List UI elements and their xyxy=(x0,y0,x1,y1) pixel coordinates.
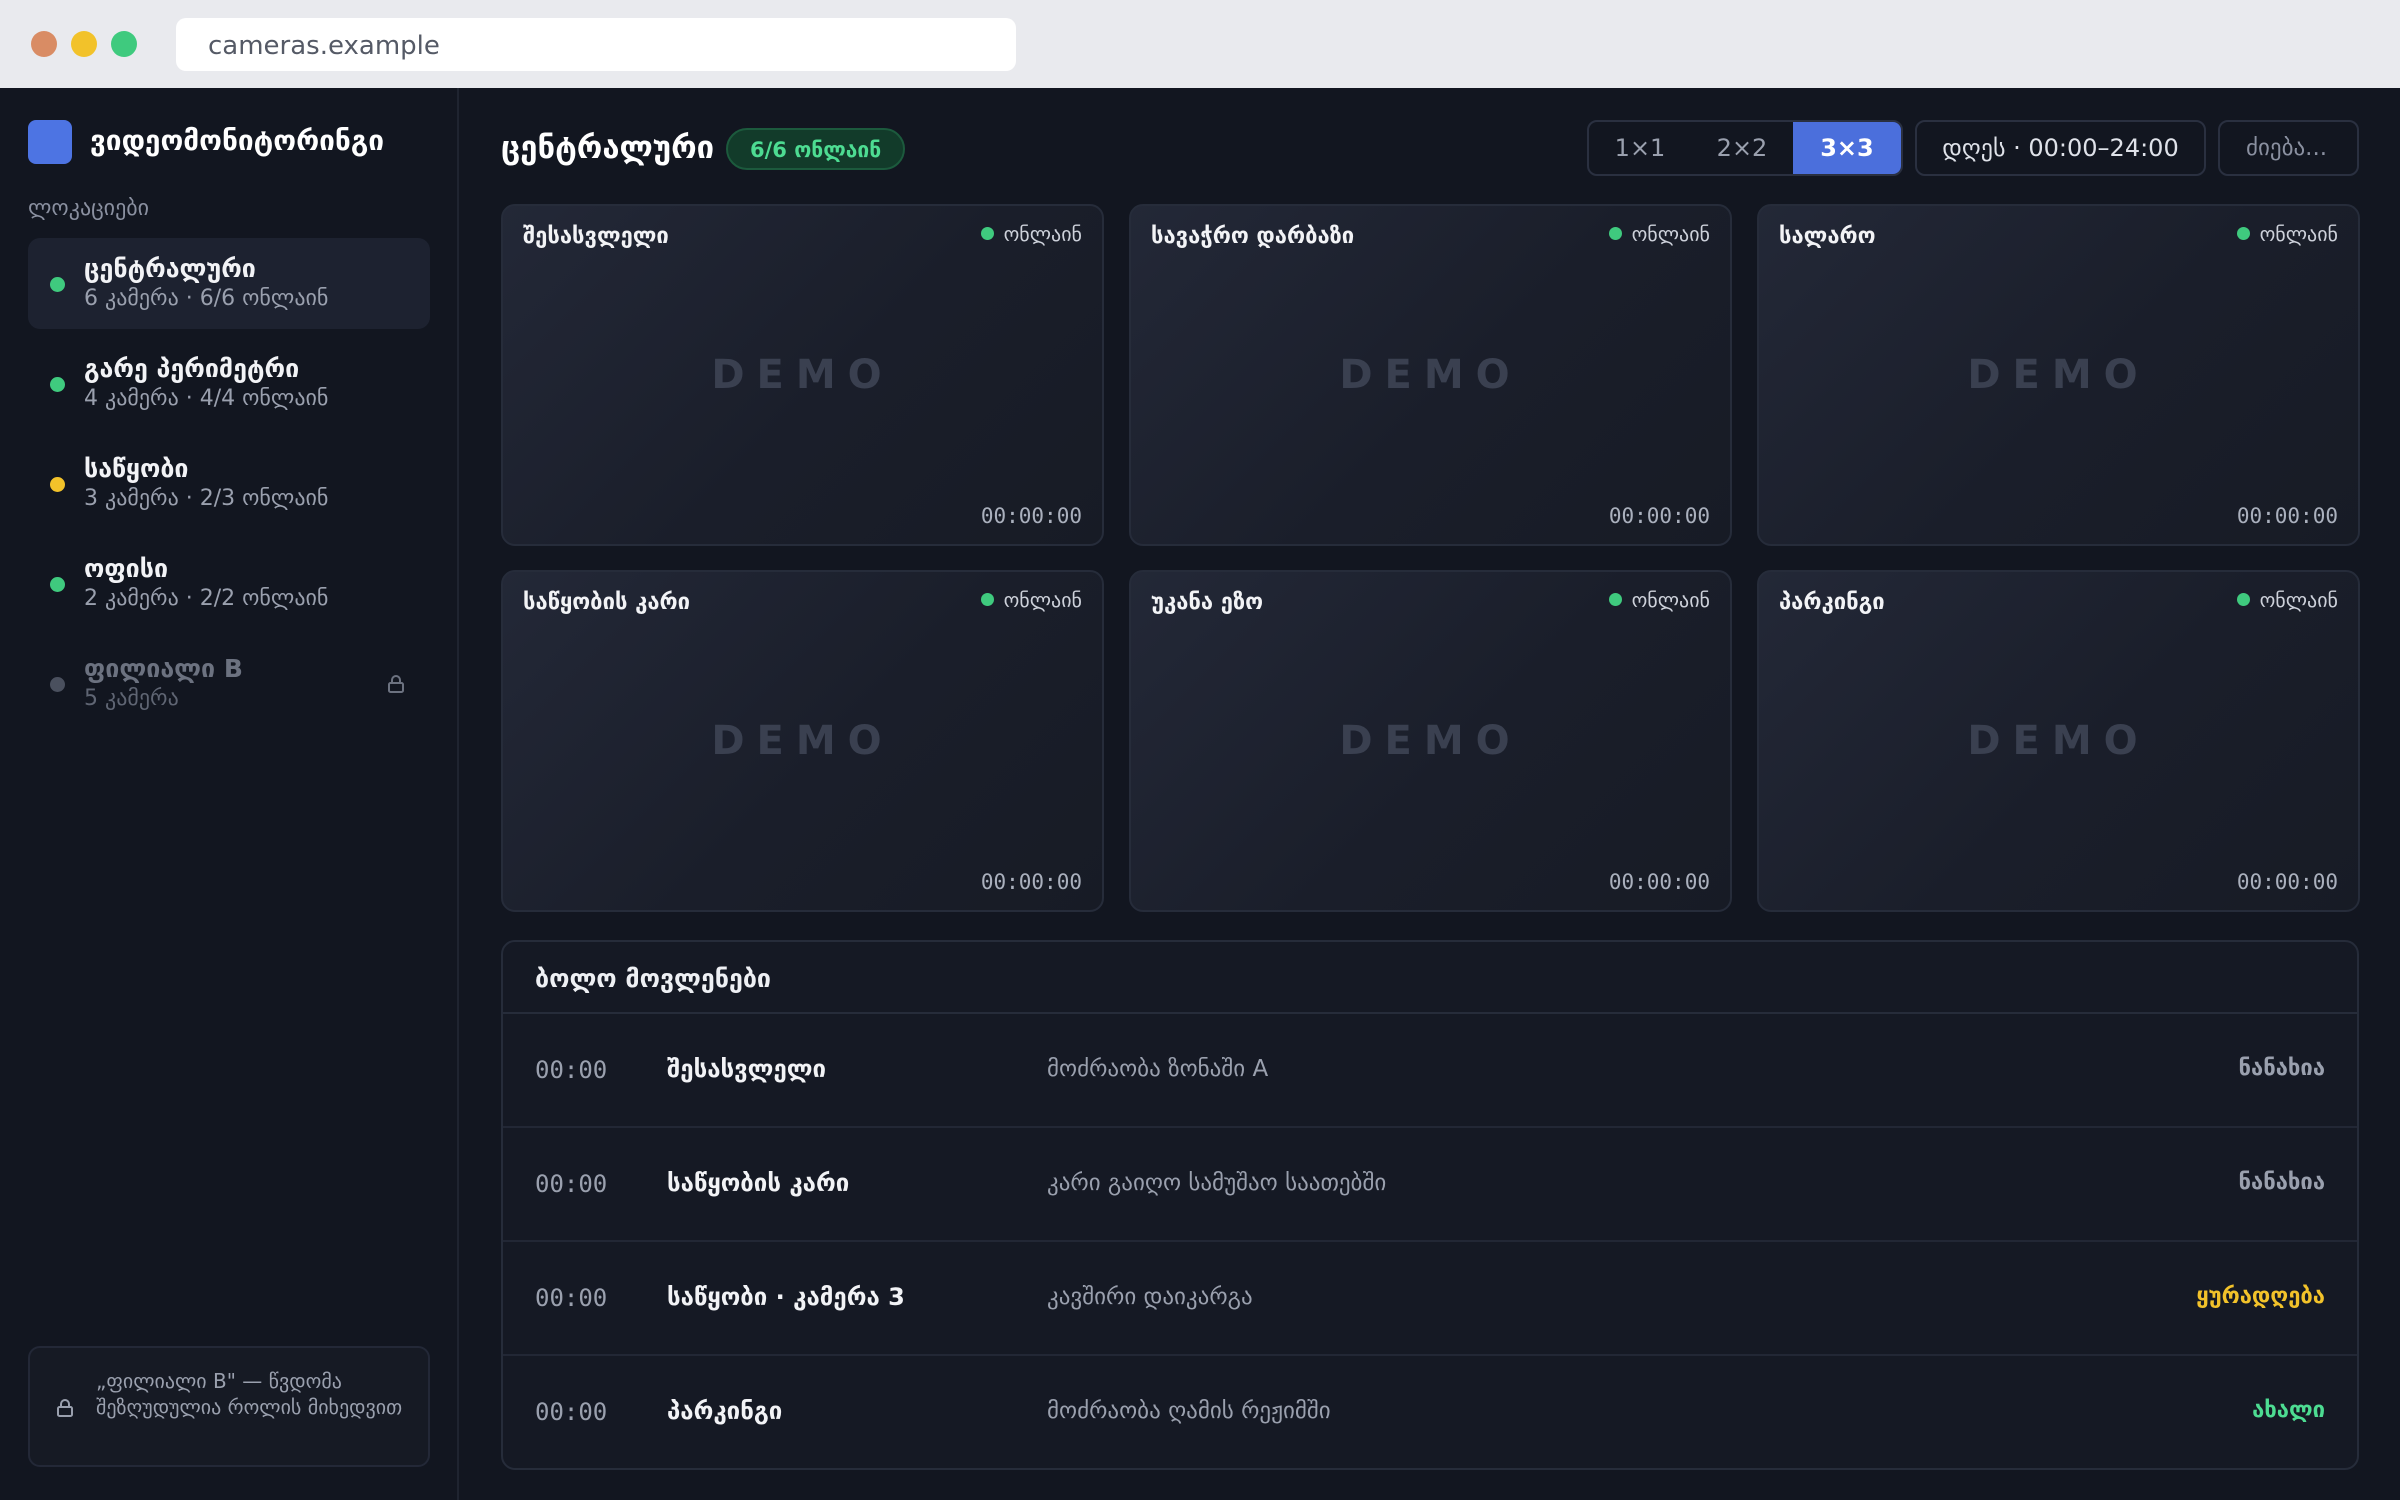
event-status: ყურადღება xyxy=(2196,1284,2325,1309)
lock-icon xyxy=(388,675,404,693)
camera-name: პარკინგი xyxy=(1779,590,1885,615)
camera-tile[interactable]: უკანა ეზო ონლაინ DEMO 00:00:00 xyxy=(1129,570,1732,912)
camera-timestamp: 00:00:00 xyxy=(1608,504,1710,528)
camera-status: ონლაინ xyxy=(981,588,1082,612)
camera-tile[interactable]: სავაჭრო დარბაზი ონლაინ DEMO 00:00:00 xyxy=(1129,204,1732,546)
grid-layout-switcher: 1×1 2×2 3×3 xyxy=(1587,120,1903,176)
sidebar-location-central[interactable]: ცენტრალური 6 კამერა · 6/6 ონლაინ xyxy=(28,238,430,329)
event-row[interactable]: 00:00 საწყობის კარი კარი გაიღო სამუშაო ს… xyxy=(503,1128,2357,1242)
camera-placeholder-overlay: DEMO xyxy=(1967,352,2150,398)
camera-timestamp: 00:00:00 xyxy=(980,870,1082,894)
window-close-button[interactable] xyxy=(31,31,57,57)
event-time: 00:00 xyxy=(535,1284,608,1312)
event-camera: პარკინგი xyxy=(667,1397,783,1425)
location-name: ფილიალი B xyxy=(84,654,243,683)
lock-icon xyxy=(57,1399,73,1417)
location-name: ოფისი xyxy=(84,554,169,583)
address-bar-url: cameras.example xyxy=(208,31,440,61)
time-range-button[interactable]: დღეს · 00:00–24:00 xyxy=(1915,120,2206,176)
camera-status: ონლაინ xyxy=(981,222,1082,246)
camera-name: უკანა ეზო xyxy=(1151,590,1263,615)
location-name: გარე პერიმეტრი xyxy=(84,354,300,383)
camera-tile[interactable]: სალარო ონლაინ DEMO 00:00:00 xyxy=(1757,204,2360,546)
location-summary: 2 კამერა · 2/2 ონლაინ xyxy=(84,586,329,611)
event-status: ახალი xyxy=(2252,1398,2325,1423)
status-dot-icon xyxy=(50,477,65,492)
status-dot-icon xyxy=(50,677,65,692)
event-status: ნანახია xyxy=(2238,1056,2325,1081)
online-status-badge: 6/6 ონლაინ xyxy=(726,128,906,170)
camera-tile[interactable]: შესასვლელი ონლაინ DEMO 00:00:00 xyxy=(501,204,1104,546)
locations-section-label: ლოკაციები xyxy=(28,196,150,221)
camera-name: სალარო xyxy=(1779,224,1876,249)
camera-status: ონლაინ xyxy=(1609,222,1710,246)
browser-chrome: cameras.example xyxy=(0,0,2400,88)
camera-placeholder-overlay: DEMO xyxy=(711,718,894,764)
event-row[interactable]: 00:00 შესასვლელი მოძრაობა ზონაში A ნანახ… xyxy=(503,1014,2357,1128)
event-status: ნანახია xyxy=(2238,1170,2325,1195)
sidebar-location-office[interactable]: ოფისი 2 კამერა · 2/2 ონლაინ xyxy=(28,538,430,629)
event-time: 00:00 xyxy=(535,1056,608,1084)
camera-name: საწყობის კარი xyxy=(523,590,691,615)
window-minimize-button[interactable] xyxy=(71,31,97,57)
event-description: კავშირი დაიკარგა xyxy=(1047,1284,1253,1310)
camera-placeholder-overlay: DEMO xyxy=(1339,352,1522,398)
sidebar-location-warehouse[interactable]: საწყობი 3 კამერა · 2/3 ონლაინ xyxy=(28,438,430,529)
event-row[interactable]: 00:00 საწყობი · კამერა 3 კავშირი დაიკარგ… xyxy=(503,1242,2357,1356)
camera-status: ონლაინ xyxy=(1609,588,1710,612)
event-description: მოძრაობა ღამის რეჟიმში xyxy=(1047,1398,1331,1424)
camera-timestamp: 00:00:00 xyxy=(2236,870,2338,894)
camera-timestamp: 00:00:00 xyxy=(1608,870,1710,894)
events-title: ბოლო მოვლენები xyxy=(535,964,772,993)
events-header: ბოლო მოვლენები xyxy=(503,942,2357,1014)
camera-name: სავაჭრო დარბაზი xyxy=(1151,224,1355,249)
location-summary: 6 კამერა · 6/6 ონლაინ xyxy=(84,286,329,311)
location-name: ცენტრალური xyxy=(84,254,256,283)
camera-tile[interactable]: პარკინგი ონლაინ DEMO 00:00:00 xyxy=(1757,570,2360,912)
location-name: საწყობი xyxy=(84,454,189,483)
status-dot-icon xyxy=(50,277,65,292)
app-logo xyxy=(28,120,72,164)
page-title: ცენტრალური xyxy=(501,130,715,166)
camera-placeholder-overlay: DEMO xyxy=(1339,718,1522,764)
camera-timestamp: 00:00:00 xyxy=(2236,504,2338,528)
sidebar-location-perimeter[interactable]: გარე პერიმეტრი 4 კამერა · 4/4 ონლაინ xyxy=(28,338,430,429)
event-camera: შესასვლელი xyxy=(667,1055,827,1083)
location-summary: 4 კამერა · 4/4 ონლაინ xyxy=(84,386,329,411)
event-camera: საწყობი · კამერა 3 xyxy=(667,1283,905,1311)
event-time: 00:00 xyxy=(535,1170,608,1198)
camera-status: ონლაინ xyxy=(2237,588,2338,612)
app-name: ვიდეომონიტორინგი xyxy=(90,124,385,157)
access-restriction-text: „ფილიალი B" — წვდომა შეზღუდულია როლის მი… xyxy=(96,1369,403,1419)
camera-name: შესასვლელი xyxy=(523,224,669,249)
location-summary: 5 კამერა xyxy=(84,686,179,711)
camera-placeholder-overlay: DEMO xyxy=(711,352,894,398)
recent-events-panel: ბოლო მოვლენები 00:00 შესასვლელი მოძრაობა… xyxy=(501,940,2359,1470)
access-restriction-note: „ფილიალი B" — წვდომა შეზღუდულია როლის მი… xyxy=(28,1346,430,1467)
app: ვიდეომონიტორინგი ლოკაციები ცენტრალური 6 … xyxy=(0,88,2400,1500)
location-summary: 3 კამერა · 2/3 ონლაინ xyxy=(84,486,329,511)
search-input[interactable] xyxy=(2218,120,2359,176)
layout-option-3x3[interactable]: 3×3 xyxy=(1793,122,1901,174)
event-row[interactable]: 00:00 პარკინგი მოძრაობა ღამის რეჟიმში ახ… xyxy=(503,1356,2357,1468)
event-time: 00:00 xyxy=(535,1398,608,1426)
address-bar[interactable]: cameras.example xyxy=(176,18,1016,71)
event-description: მოძრაობა ზონაში A xyxy=(1047,1056,1269,1082)
camera-timestamp: 00:00:00 xyxy=(980,504,1082,528)
event-camera: საწყობის კარი xyxy=(667,1169,850,1197)
camera-tile[interactable]: საწყობის კარი ონლაინ DEMO 00:00:00 xyxy=(501,570,1104,912)
camera-status: ონლაინ xyxy=(2237,222,2338,246)
layout-option-1x1[interactable]: 1×1 xyxy=(1589,122,1691,174)
event-description: კარი გაიღო სამუშაო საათებში xyxy=(1047,1170,1387,1196)
status-dot-icon xyxy=(50,377,65,392)
status-dot-icon xyxy=(50,577,65,592)
sidebar: ვიდეომონიტორინგი ლოკაციები ცენტრალური 6 … xyxy=(0,88,459,1500)
sidebar-location-branch-b: ფილიალი B 5 კამერა xyxy=(28,638,430,729)
camera-placeholder-overlay: DEMO xyxy=(1967,718,2150,764)
layout-option-2x2[interactable]: 2×2 xyxy=(1691,122,1793,174)
window-maximize-button[interactable] xyxy=(111,31,137,57)
main-content: ცენტრალური 6/6 ონლაინ 1×1 2×2 3×3 დღეს ·… xyxy=(461,88,2400,1500)
